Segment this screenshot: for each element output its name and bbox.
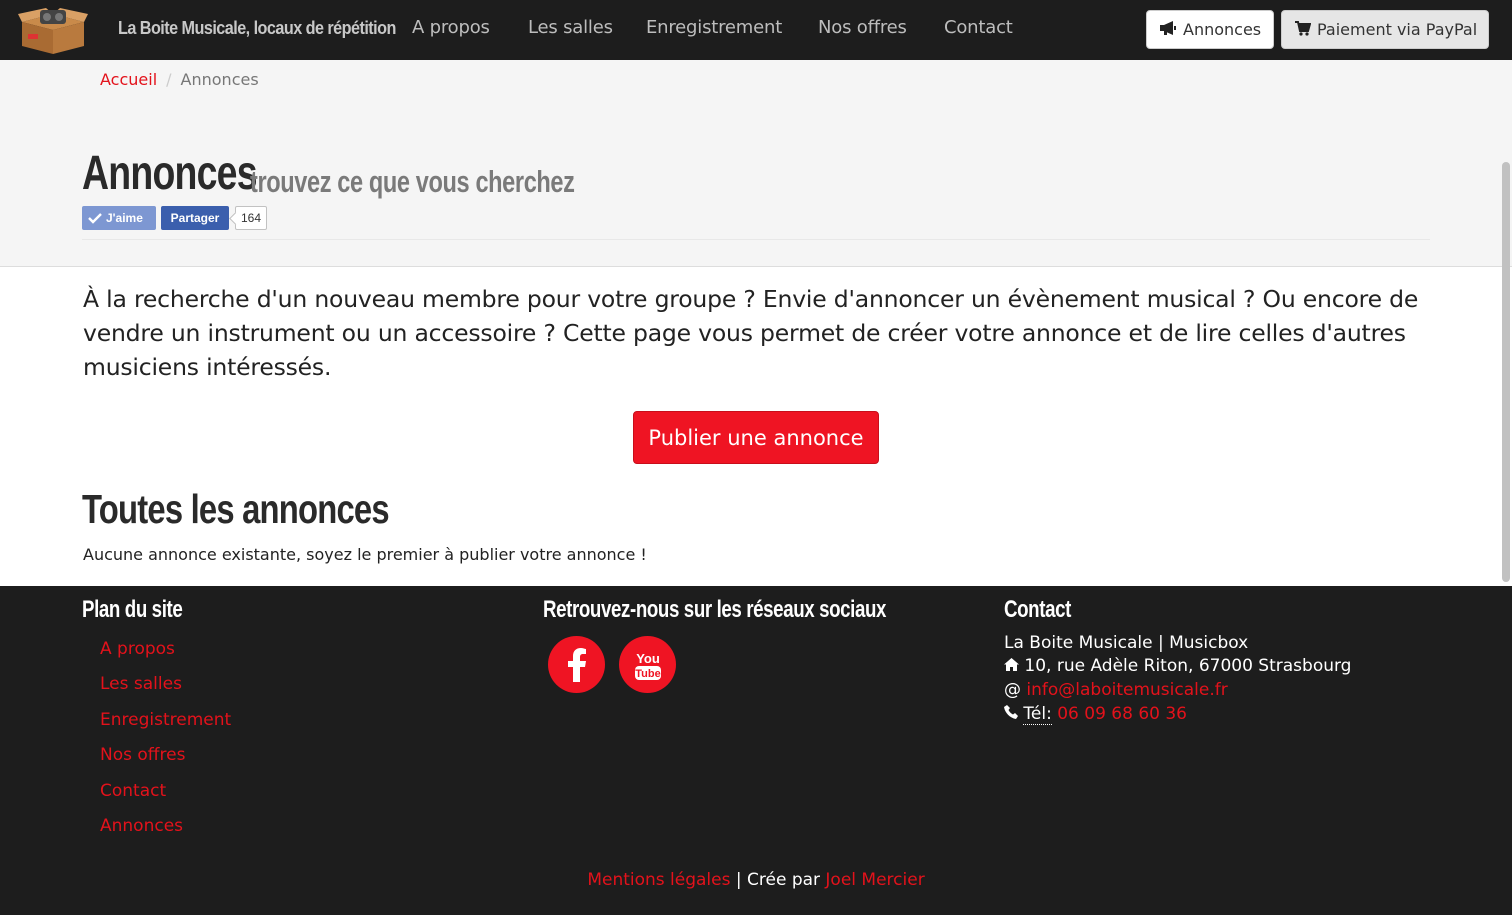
email-link[interactable]: info@laboitemusicale.fr <box>1026 680 1227 700</box>
contact-title: Contact <box>1004 596 1071 623</box>
facebook-share-count: 164 <box>235 206 268 230</box>
annonces-button-label: Annonces <box>1183 20 1262 39</box>
nav-nos-offres[interactable]: Nos offres <box>818 17 907 38</box>
footer-credits: Mentions légales | Crée par Joel Mercier <box>0 870 1512 890</box>
facebook-like-label: J'aime <box>106 211 143 225</box>
address-text: 10, rue Adèle Riton, 67000 Strasbourg <box>1024 656 1352 676</box>
top-navbar: La Boite Musicale, locaux de répétition … <box>0 0 1512 60</box>
home-icon <box>1004 658 1019 671</box>
social-title: Retrouvez-nous sur les réseaux sociaux <box>543 596 887 623</box>
facebook-share-button[interactable]: Partager <box>161 206 229 230</box>
legal-notice-link[interactable]: Mentions légales <box>587 870 730 890</box>
svg-text:Tube: Tube <box>635 668 660 680</box>
footer-link-enregistrement[interactable]: Enregistrement <box>100 710 231 730</box>
breadcrumb-home-link[interactable]: Accueil <box>100 70 157 89</box>
publish-announcement-button[interactable]: Publier une annonce <box>633 411 879 464</box>
facebook-social-button[interactable] <box>548 636 605 693</box>
facebook-widget: J'aime Partager 164 <box>82 206 268 230</box>
footer-link-les-salles[interactable]: Les salles <box>100 674 182 694</box>
nav-les-salles[interactable]: Les salles <box>528 17 613 38</box>
facebook-share-label: Partager <box>170 211 220 225</box>
footer-link-a-propos[interactable]: A propos <box>100 639 175 659</box>
no-announcements-message: Aucune annonce existante, soyez le premi… <box>83 545 647 564</box>
page-subtitle: trouvez ce que vous cherchez <box>250 164 575 199</box>
annonces-button[interactable]: Annonces <box>1146 10 1274 49</box>
company-name: La Boite Musicale | Musicbox <box>1004 633 1249 653</box>
svg-text:You: You <box>636 651 660 666</box>
address-line: 10, rue Adèle Riton, 67000 Strasbourg <box>1004 656 1351 676</box>
logo-box-icon[interactable] <box>16 4 90 56</box>
megaphone-icon <box>1159 20 1183 40</box>
footer: Plan du site A propos Les salles Enregis… <box>0 586 1512 915</box>
phone-icon <box>1004 705 1018 719</box>
intro-paragraph: À la recherche d'un nouveau membre pour … <box>83 285 1419 381</box>
footer-link-nos-offres[interactable]: Nos offres <box>100 745 185 765</box>
email-line: @ info@laboitemusicale.fr <box>1004 680 1228 700</box>
created-by-text: | Crée par <box>735 870 821 890</box>
paypal-button[interactable]: Paiement via PayPal <box>1281 10 1489 49</box>
scrollbar-thumb[interactable] <box>1502 162 1510 582</box>
footer-link-annonces[interactable]: Annonces <box>100 816 183 836</box>
phone-label: Tél: <box>1023 704 1052 725</box>
header-divider <box>82 239 1430 240</box>
nav-a-propos[interactable]: A propos <box>412 17 490 38</box>
cart-icon <box>1294 20 1317 40</box>
breadcrumb-current: Annonces <box>180 70 259 89</box>
nav-enregistrement[interactable]: Enregistrement <box>646 17 782 38</box>
footer-link-contact[interactable]: Contact <box>100 781 166 801</box>
author-link[interactable]: Joel Mercier <box>825 870 924 890</box>
all-announcements-title: Toutes les annonces <box>82 486 390 532</box>
facebook-icon <box>567 647 586 682</box>
breadcrumb-separator: / <box>166 70 172 89</box>
title-row: Annonces trouvez ce que vous cherchez <box>82 146 575 201</box>
page-header: Accueil / Annonces Annonces trouvez ce que… <box>0 60 1512 267</box>
page-title: Annonces <box>82 147 258 200</box>
youtube-icon: You Tube <box>634 651 661 680</box>
email-prefix: @ <box>1004 680 1021 700</box>
page: La Boite Musicale, locaux de répétition … <box>0 0 1512 915</box>
facebook-like-button[interactable]: J'aime <box>82 206 156 230</box>
sitemap-title: Plan du site <box>82 596 183 623</box>
phone-link[interactable]: 06 09 68 60 36 <box>1057 704 1187 724</box>
breadcrumb: Accueil / Annonces <box>100 70 259 89</box>
brand-title[interactable]: La Boite Musicale, locaux de répétition <box>118 18 396 39</box>
nav-contact[interactable]: Contact <box>944 17 1013 38</box>
paypal-button-label: Paiement via PayPal <box>1317 20 1478 39</box>
checkmark-icon <box>88 213 102 224</box>
phone-line: Tél: 06 09 68 60 36 <box>1004 704 1187 725</box>
youtube-social-button[interactable]: You Tube <box>619 636 676 693</box>
